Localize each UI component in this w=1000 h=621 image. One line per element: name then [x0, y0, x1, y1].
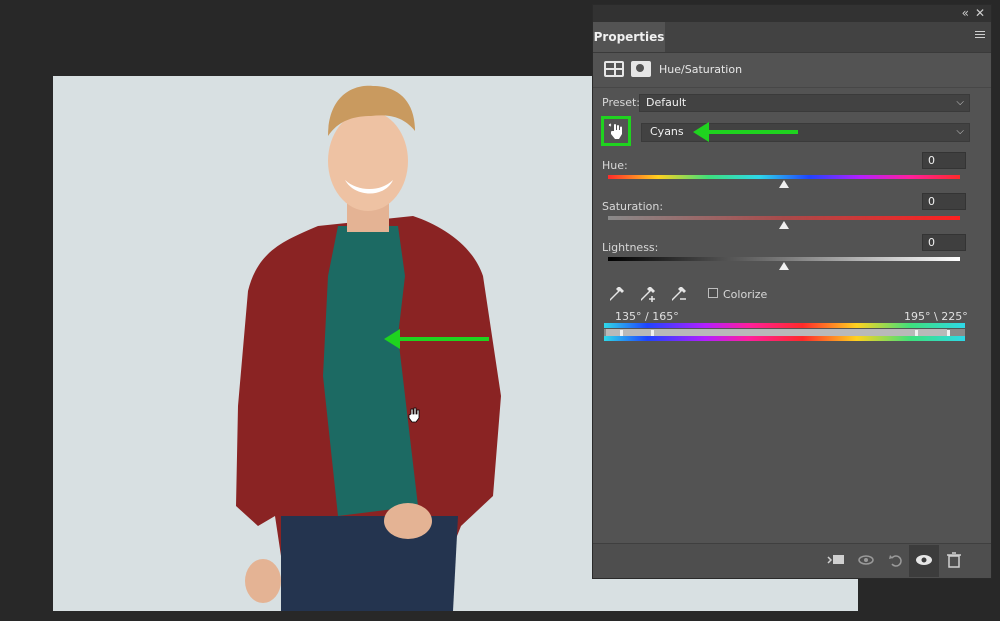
targeted-adjustment-cursor-icon: [408, 407, 420, 423]
hand-pointer-icon: [608, 123, 622, 139]
clip-to-layer-icon[interactable]: [827, 552, 845, 568]
preset-value: Default: [646, 96, 687, 109]
tab-properties[interactable]: Properties: [593, 22, 665, 52]
double-chevron-icon[interactable]: «: [962, 6, 969, 20]
view-previous-state-icon[interactable]: [857, 552, 875, 568]
panel-bottom-toolbar: [593, 543, 991, 578]
colorize-label: Colorize: [723, 288, 768, 301]
reset-icon[interactable]: [887, 552, 905, 568]
lightness-slider-track[interactable]: [608, 257, 960, 261]
annotation-arrow-channel: [693, 122, 798, 142]
chevron-down-icon: ⌵: [956, 126, 964, 137]
add-to-sample-eyedropper-icon[interactable]: [639, 285, 657, 303]
range-left-values: 135° / 165°: [615, 310, 679, 323]
range-right-values: 195° \ 225°: [904, 310, 968, 323]
hue-slider-thumb[interactable]: [779, 180, 789, 188]
panel-tab-bar: Properties: [593, 22, 991, 53]
bottom-color-spectrum: [604, 336, 965, 341]
hue-input[interactable]: 0: [922, 152, 966, 169]
adjustment-header: Hue/Saturation: [593, 53, 991, 88]
hue-label: Hue:: [602, 159, 628, 172]
annotation-arrow-canvas: [384, 329, 489, 349]
visibility-eye-icon[interactable]: [915, 552, 933, 568]
adjustment-layer-icon[interactable]: [604, 61, 624, 77]
saturation-slider-track[interactable]: [608, 216, 960, 220]
eyedropper-icon[interactable]: [608, 285, 626, 303]
preset-dropdown[interactable]: Default ⌵: [639, 94, 970, 112]
panel-top-bar: « ✕: [593, 5, 991, 22]
panel-menu-icon[interactable]: [975, 31, 985, 39]
saturation-input[interactable]: 0: [922, 193, 966, 210]
lightness-input[interactable]: 0: [922, 234, 966, 251]
saturation-slider-thumb[interactable]: [779, 221, 789, 229]
top-color-spectrum: [604, 323, 965, 328]
properties-panel: « ✕ Properties Hue/Saturation Preset: De…: [592, 4, 992, 579]
channel-value: Cyans: [650, 125, 684, 138]
hue-slider-track[interactable]: [608, 175, 960, 179]
lightness-label: Lightness:: [602, 241, 659, 254]
subtract-from-sample-eyedropper-icon[interactable]: [670, 285, 688, 303]
layer-mask-icon[interactable]: [631, 61, 651, 77]
close-icon[interactable]: ✕: [975, 6, 985, 20]
lightness-slider-thumb[interactable]: [779, 262, 789, 270]
trash-icon[interactable]: [945, 552, 963, 568]
saturation-label: Saturation:: [602, 200, 664, 213]
preset-label: Preset:: [602, 96, 641, 109]
targeted-adjustment-tool-button[interactable]: [601, 116, 631, 146]
chevron-down-icon: ⌵: [956, 97, 964, 108]
colorize-checkbox[interactable]: [708, 288, 718, 298]
adjustment-title: Hue/Saturation: [659, 63, 743, 76]
channel-dropdown[interactable]: Cyans ⌵: [641, 123, 970, 142]
